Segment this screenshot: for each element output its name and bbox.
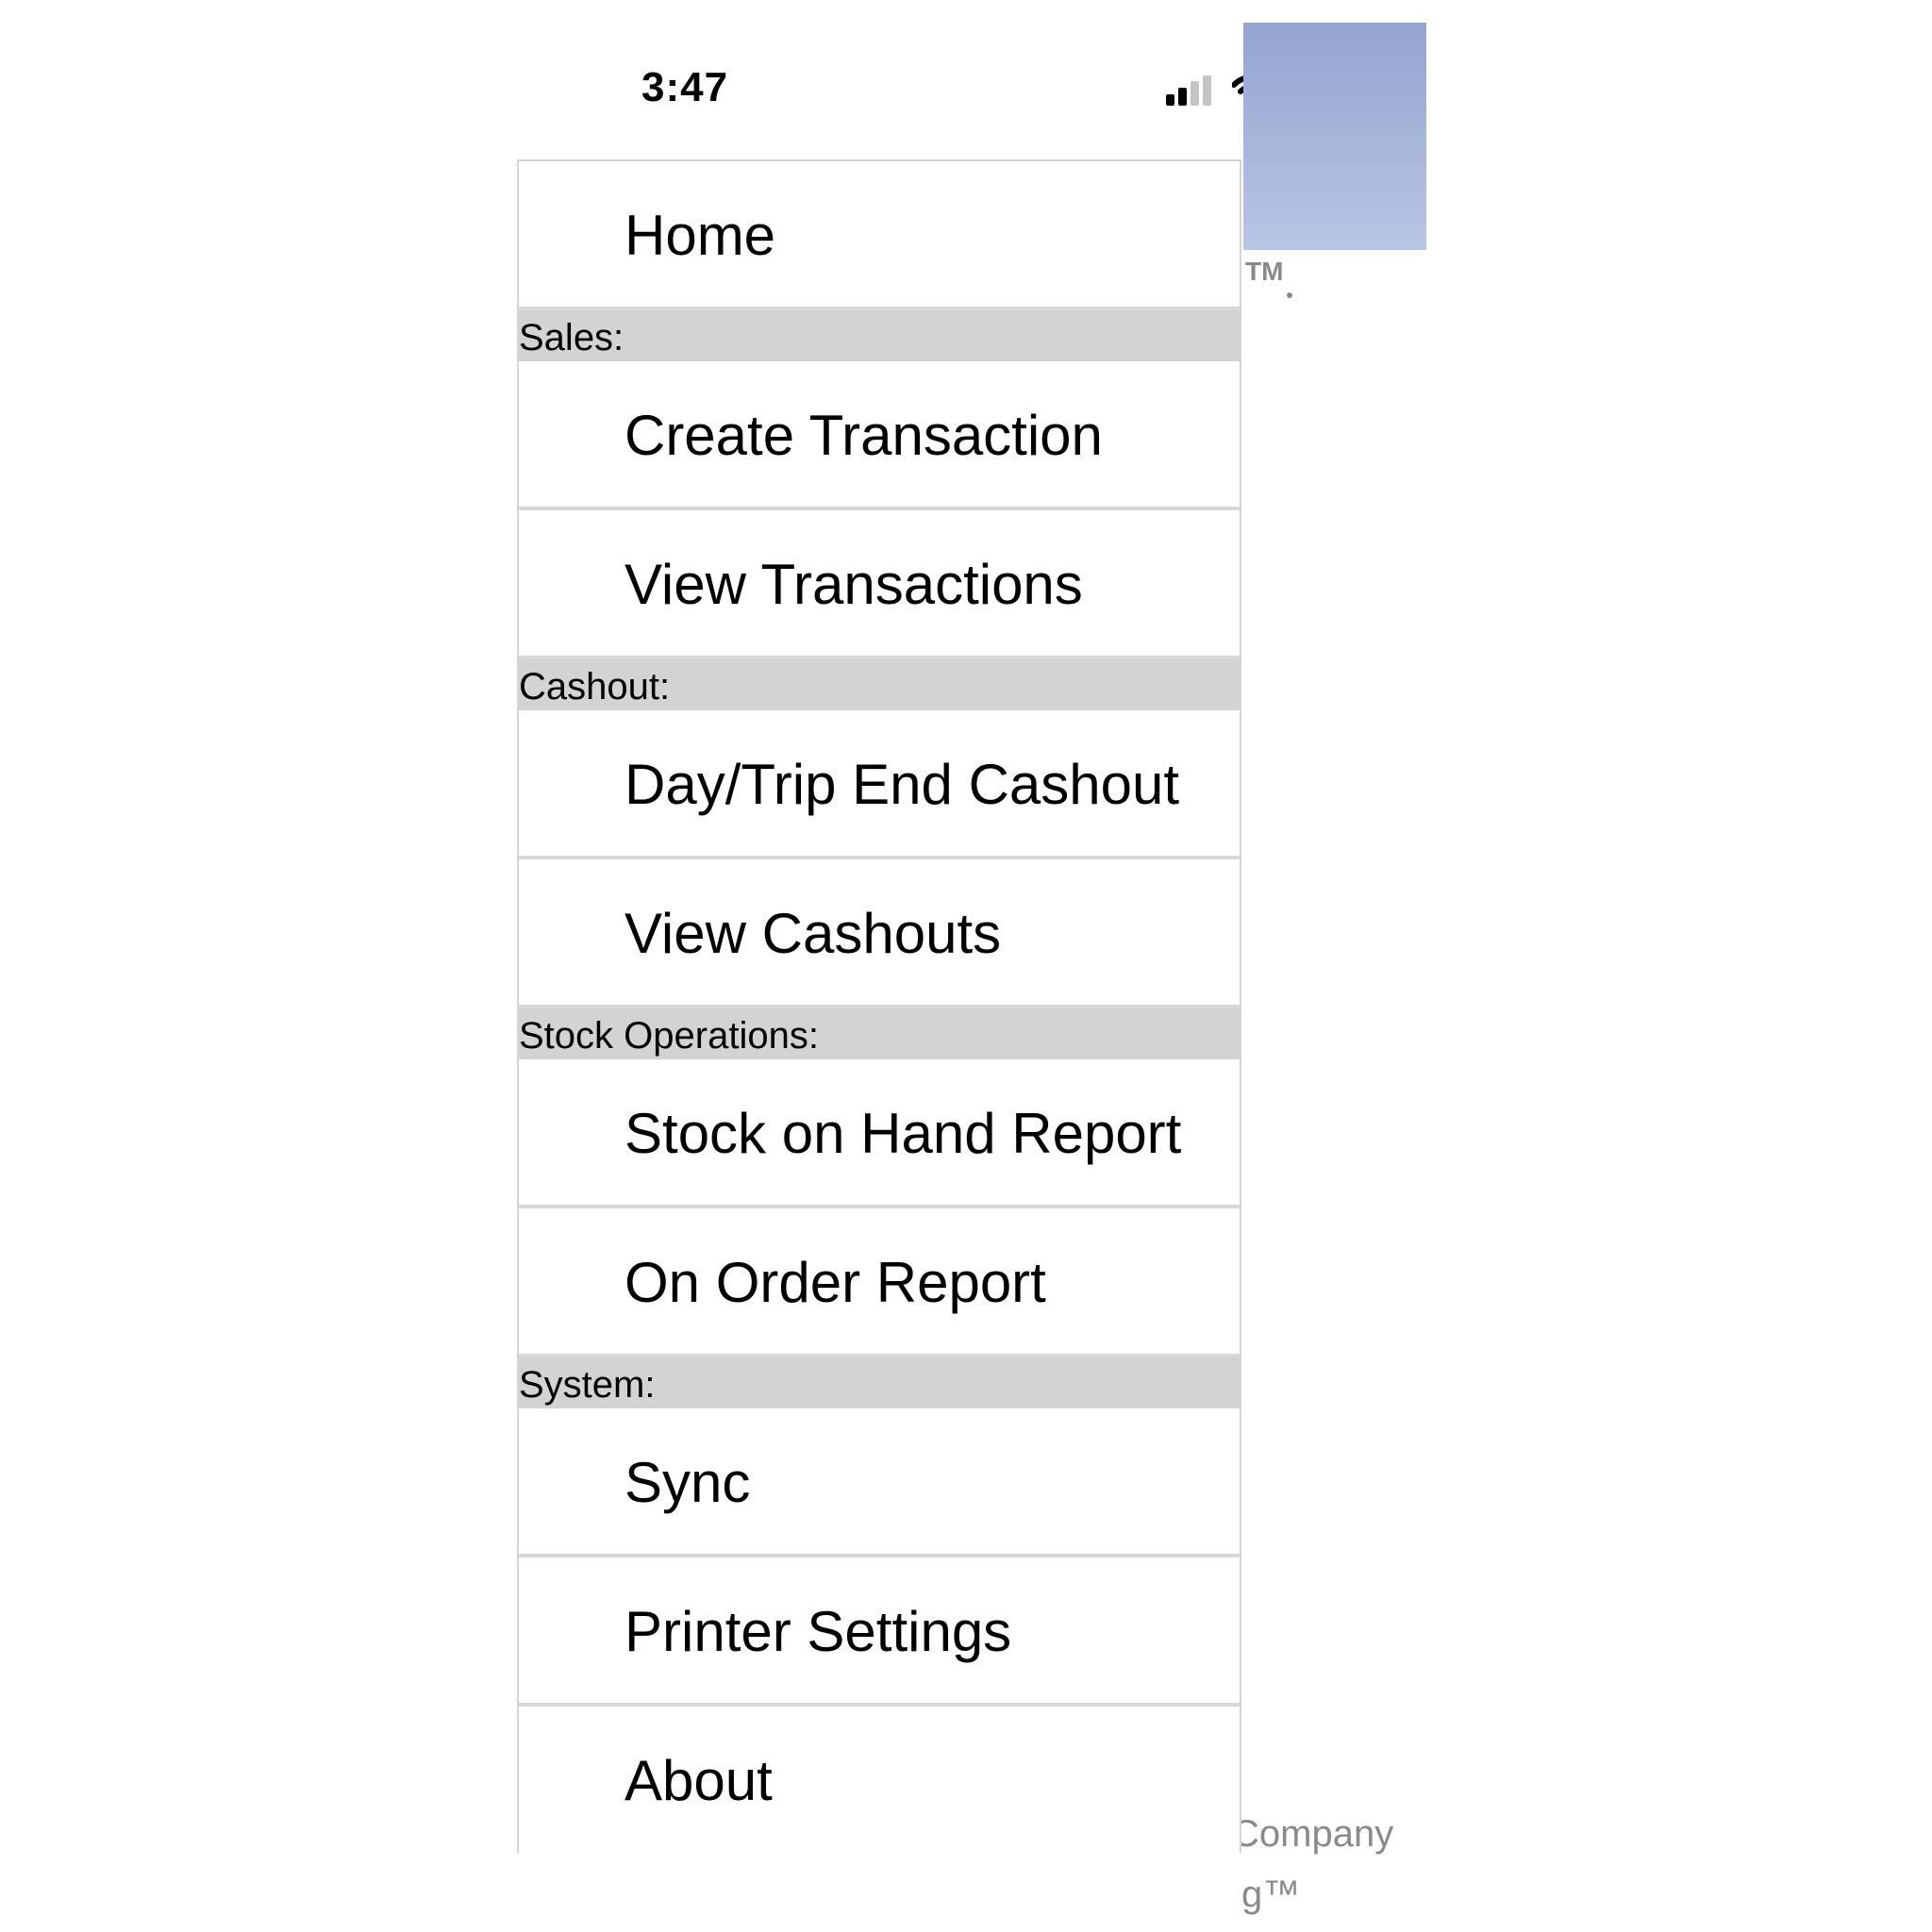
status-time: 3:47 bbox=[641, 64, 729, 110]
menu-item-view-cashouts[interactable]: View Cashouts bbox=[519, 859, 1240, 1008]
menu-item-label: View Cashouts bbox=[625, 902, 1002, 965]
menu-item-label: Home bbox=[625, 204, 776, 267]
cellular-signal-icon bbox=[1166, 75, 1215, 106]
menu-item-label: Sync bbox=[625, 1451, 751, 1514]
section-header-system: System: bbox=[519, 1357, 1240, 1408]
section-header-stock-operations: Stock Operations: bbox=[519, 1008, 1240, 1059]
background-dot bbox=[1287, 292, 1292, 298]
section-header-label: Cashout: bbox=[519, 666, 671, 708]
menu-item-day-trip-end-cashout[interactable]: Day/Trip End Cashout bbox=[519, 710, 1240, 859]
menu-item-printer-settings[interactable]: Printer Settings bbox=[519, 1557, 1240, 1707]
section-header-label: Sales: bbox=[519, 317, 625, 358]
menu-item-stock-on-hand-report[interactable]: Stock on Hand Report bbox=[519, 1059, 1240, 1208]
menu-item-label: View Transactions bbox=[625, 553, 1083, 616]
menu-item-label: Printer Settings bbox=[625, 1600, 1012, 1663]
menu-item-label: Stock on Hand Report bbox=[625, 1102, 1182, 1165]
menu-item-label: About bbox=[625, 1749, 773, 1812]
menu-item-label: Create Transaction bbox=[625, 404, 1103, 467]
menu-item-sync[interactable]: Sync bbox=[519, 1408, 1240, 1557]
menu-item-view-transactions[interactable]: View Transactions bbox=[519, 510, 1240, 659]
background-trademark: TM bbox=[1245, 257, 1284, 286]
menu-item-home[interactable]: Home bbox=[519, 161, 1240, 310]
menu-item-create-transaction[interactable]: Create Transaction bbox=[519, 361, 1240, 510]
section-header-cashout: Cashout: bbox=[519, 659, 1240, 710]
menu-item-about[interactable]: About bbox=[519, 1707, 1240, 1856]
section-header-label: System: bbox=[519, 1364, 656, 1406]
background-trademark-bottom: g™ bbox=[1241, 1874, 1301, 1915]
background-banner bbox=[1243, 23, 1426, 250]
side-menu: Home Sales: Create Transaction View Tran… bbox=[517, 159, 1241, 1856]
screen: 3:47 96 TM Company g™ Home Sales: Create… bbox=[0, 0, 1932, 1932]
background-company-text: Company bbox=[1232, 1813, 1394, 1855]
menu-item-on-order-report[interactable]: On Order Report bbox=[519, 1208, 1240, 1357]
menu-item-label: Day/Trip End Cashout bbox=[625, 753, 1180, 816]
section-header-label: Stock Operations: bbox=[519, 1015, 819, 1057]
menu-item-label: On Order Report bbox=[625, 1251, 1046, 1314]
section-header-sales: Sales: bbox=[519, 310, 1240, 361]
